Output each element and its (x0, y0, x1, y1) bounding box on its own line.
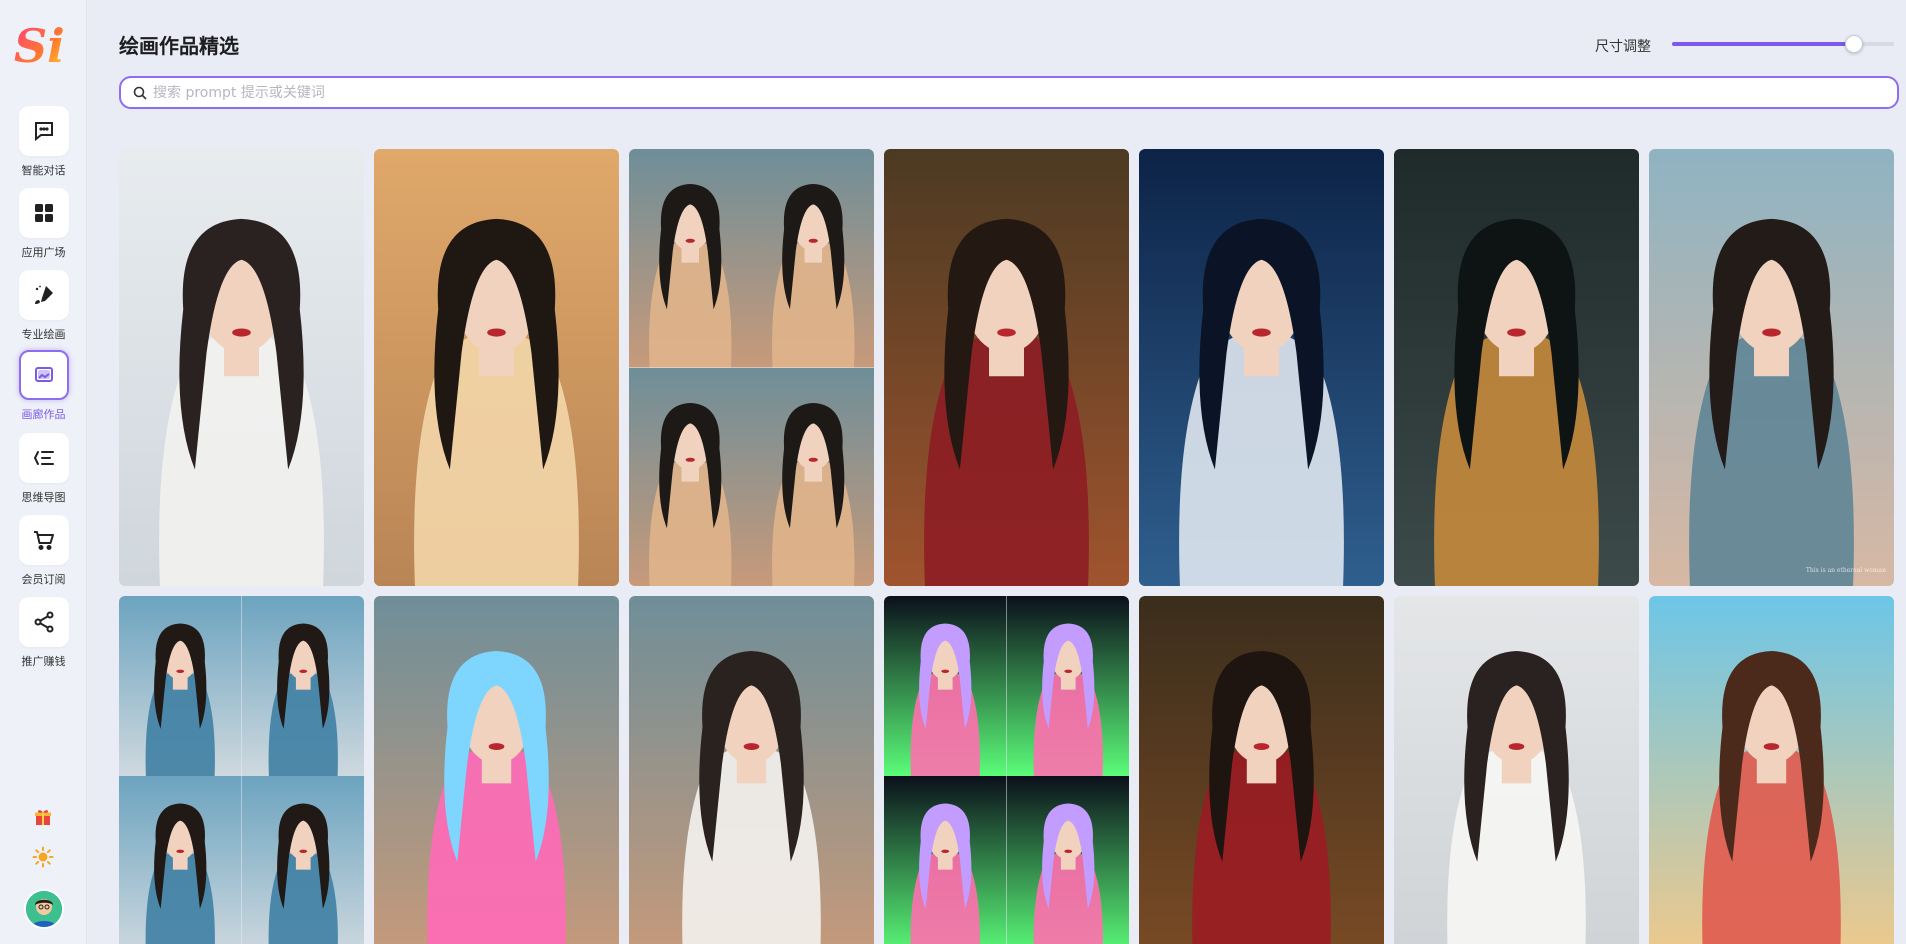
gallery-card[interactable] (119, 596, 364, 944)
sidebar-item-gallery[interactable]: 画廊作品 (0, 350, 87, 430)
gallery-grid: This is an ethereal woman (119, 149, 1899, 944)
sidebar: Si 智能对话 应用广场 专业绘画 画廊作品 思维导图 会员订阅 推广赚钱 (0, 0, 87, 944)
artwork-thumb (241, 596, 364, 776)
artwork-image (119, 149, 364, 586)
artwork-image (1139, 596, 1384, 944)
artwork-thumb (884, 596, 1007, 776)
sidebar-item-label: 专业绘画 (21, 328, 66, 341)
gift-icon[interactable] (28, 802, 58, 832)
chat-icon (18, 106, 69, 156)
gallery-card[interactable] (119, 149, 364, 586)
sidebar-item-paint[interactable]: 专业绘画 (0, 270, 87, 350)
gallery-icon (18, 350, 69, 400)
artwork-thumb (629, 367, 752, 586)
gallery-card[interactable] (1139, 149, 1384, 586)
sidebar-item-membership[interactable]: 会员订阅 (0, 515, 87, 595)
artwork-thumb (884, 776, 1007, 944)
mind-map-icon (18, 433, 69, 483)
artwork-thumb (751, 149, 874, 368)
grid-icon (18, 188, 69, 238)
share-icon (18, 597, 69, 647)
artwork-thumb (241, 776, 364, 944)
sidebar-item-label: 智能对话 (21, 164, 66, 177)
sidebar-item-promote[interactable]: 推广赚钱 (0, 597, 87, 677)
sidebar-item-apps[interactable]: 应用广场 (0, 188, 87, 268)
gallery-card[interactable] (1394, 596, 1639, 944)
gallery-card[interactable]: This is an ethereal woman (1649, 149, 1894, 586)
gallery-card[interactable] (1394, 149, 1639, 586)
size-slider[interactable] (1672, 35, 1894, 53)
sidebar-item-label: 推广赚钱 (21, 655, 66, 668)
size-adjust-label: 尺寸调整 (1595, 39, 1651, 55)
artwork-image (629, 149, 874, 586)
svg-text:Si: Si (14, 19, 65, 72)
sidebar-item-chat[interactable]: 智能对话 (0, 106, 87, 186)
slider-thumb[interactable] (1845, 35, 1864, 53)
search-icon (133, 86, 147, 100)
cart-icon (18, 515, 69, 565)
avatar[interactable] (24, 889, 64, 929)
sidebar-item-label: 应用广场 (21, 246, 66, 259)
artwork-thumb (1006, 596, 1129, 776)
gallery-card[interactable] (1649, 596, 1894, 944)
sidebar-item-label: 会员订阅 (21, 573, 66, 586)
artwork-image (1649, 596, 1894, 944)
artwork-image (119, 596, 364, 944)
sidebar-item-label: 思维导图 (21, 491, 66, 504)
sidebar-item-mindmap[interactable]: 思维导图 (0, 433, 87, 513)
slider-fill (1672, 42, 1855, 46)
artwork-image (374, 149, 619, 586)
gallery-card[interactable] (884, 596, 1129, 944)
artwork-thumb (629, 149, 752, 368)
artwork-image (884, 149, 1129, 586)
artwork-thumb (751, 367, 874, 586)
gallery-card[interactable] (629, 596, 874, 944)
sidebar-item-label: 画廊作品 (21, 408, 66, 421)
artwork-thumb (119, 596, 242, 776)
artwork-image (1139, 149, 1384, 586)
search-input[interactable] (153, 84, 1897, 101)
search-box[interactable] (119, 76, 1899, 109)
artwork-image (629, 596, 874, 944)
artwork-caption: This is an ethereal woman (1805, 567, 1886, 574)
artwork-image (1649, 149, 1894, 586)
paint-brush-icon (18, 270, 69, 320)
artwork-image (1394, 149, 1639, 586)
gallery-card[interactable] (629, 149, 874, 586)
artwork-image (884, 596, 1129, 944)
artwork-thumb (1006, 776, 1129, 944)
gallery-card[interactable] (374, 596, 619, 944)
gallery-card[interactable] (374, 149, 619, 586)
artwork-thumb (119, 776, 242, 944)
artwork-image (1394, 596, 1639, 944)
page-title: 绘画作品精选 (119, 34, 239, 58)
sun-icon[interactable] (28, 842, 58, 872)
gallery-card[interactable] (1139, 596, 1384, 944)
gallery-card[interactable] (884, 149, 1129, 586)
app-logo[interactable]: Si (12, 16, 74, 73)
artwork-image (374, 596, 619, 944)
